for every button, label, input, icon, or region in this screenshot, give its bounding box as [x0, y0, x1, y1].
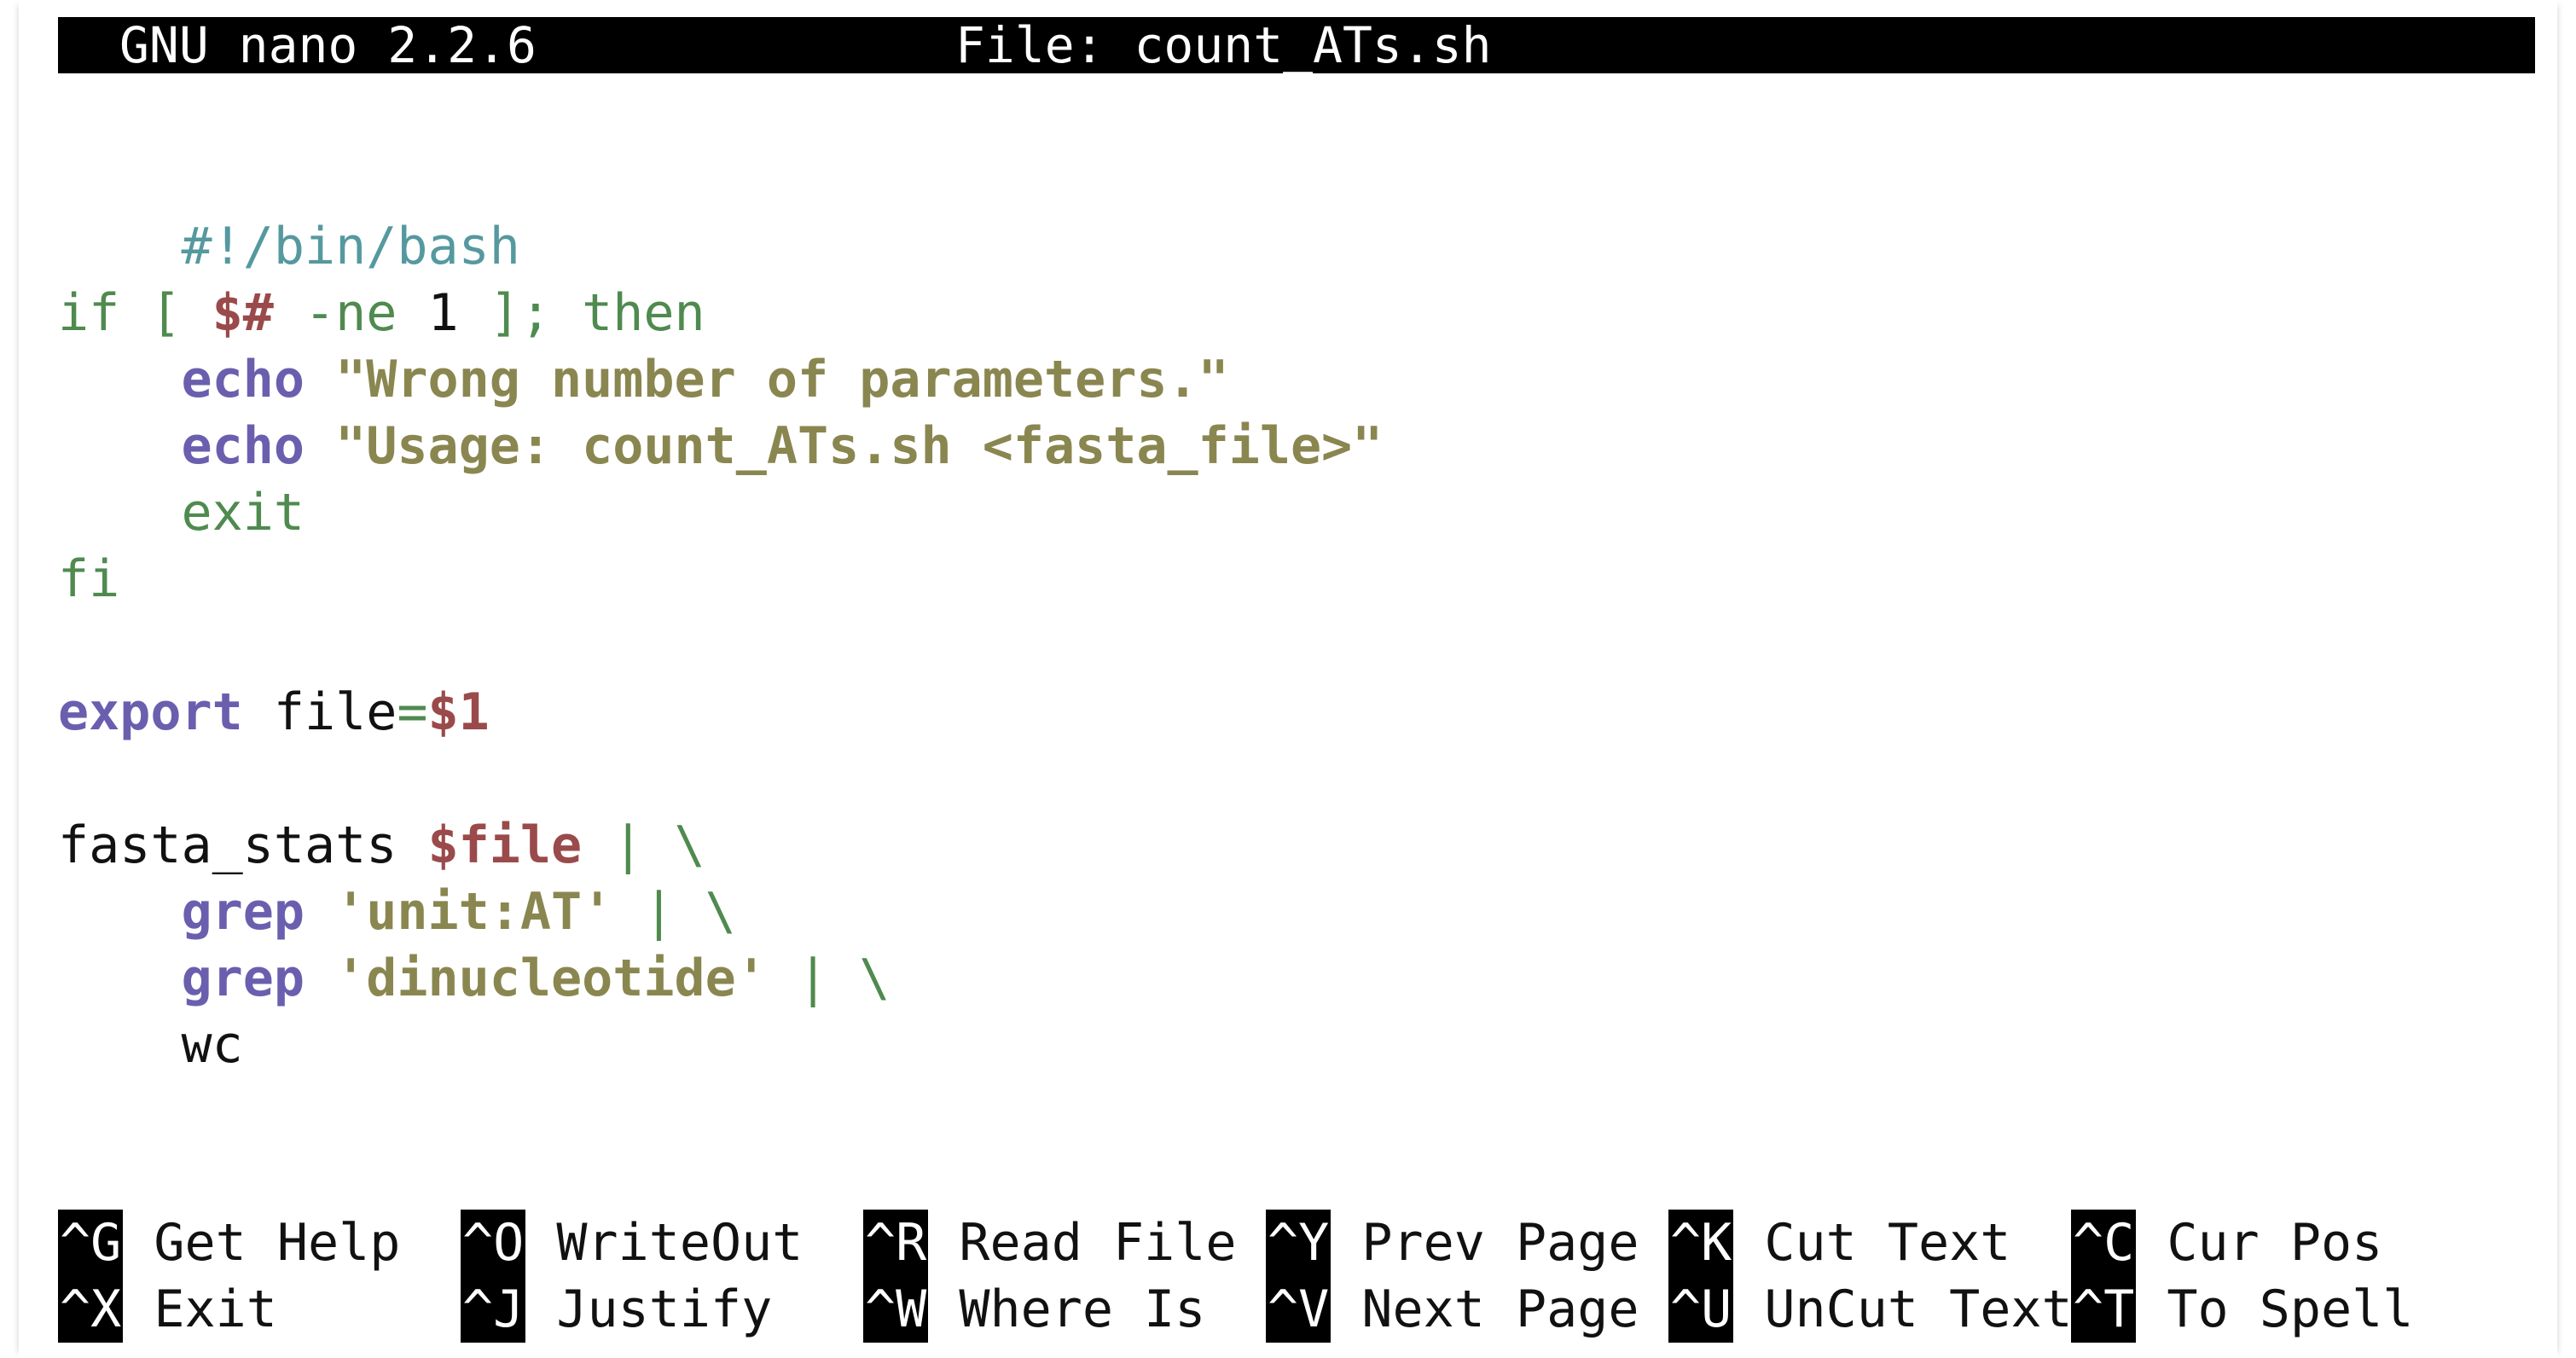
code-line-1: #!/bin/bash	[58, 147, 520, 276]
code-line-11: fasta_stats $file | \	[58, 812, 705, 879]
shortcut-cur-pos[interactable]: ^C Cur Pos	[2071, 1210, 2382, 1276]
number-one: 1	[427, 283, 459, 343]
shortcut-label: Cut Text	[1733, 1213, 2011, 1273]
export-name: file	[242, 682, 397, 742]
code-line-6: exit	[58, 479, 305, 546]
shortcut-key: ^W	[863, 1276, 929, 1343]
code-line-9: export file=$1	[58, 679, 490, 746]
file-name: File: count_ATs.sh	[955, 16, 1492, 74]
code-line-5: echo "Usage: count_ATs.sh <fasta_file>"	[58, 413, 1384, 479]
shortcut-label: Next Page	[1331, 1280, 1639, 1339]
then-keyword: then	[582, 283, 705, 343]
shortcut-read-file[interactable]: ^R Read File	[863, 1210, 1236, 1276]
shortcut-get-help[interactable]: ^G Get Help	[58, 1210, 400, 1276]
shortcut-label: Read File	[928, 1213, 1237, 1273]
shebang: #!/bin/bash	[181, 217, 520, 276]
pipe-continuation: | \	[766, 949, 891, 1008]
if-keyword: if	[58, 283, 120, 343]
code-line-13: grep 'dinucleotide' | \	[58, 945, 891, 1012]
fasta-stats-command: fasta_stats	[58, 815, 428, 875]
shortcut-label: Cur Pos	[2136, 1213, 2383, 1273]
code-line-4: echo "Wrong number of parameters."	[58, 346, 1229, 413]
nano-title-bar: GNU nano 2.2.6 File: count_ATs.sh	[58, 17, 2535, 73]
app-version: GNU nano 2.2.6	[119, 16, 537, 74]
code-line-12: grep 'unit:AT' | \	[58, 879, 736, 945]
shortcut-to-spell[interactable]: ^T To Spell	[2071, 1276, 2413, 1343]
shortcut-where-is[interactable]: ^W Where Is	[863, 1276, 1205, 1343]
pipe-continuation: | \	[612, 882, 736, 942]
echo-command: echo	[181, 350, 305, 409]
code-line-14: wc	[58, 1012, 243, 1078]
shortcut-key: ^R	[863, 1210, 929, 1276]
shortcut-key: ^T	[2071, 1276, 2137, 1343]
shortcut-label: Justify	[525, 1280, 773, 1339]
shortcut-key: ^J	[461, 1276, 526, 1343]
pipe-continuation: | \	[582, 815, 705, 875]
shortcut-key: ^U	[1668, 1276, 1734, 1343]
file-var: $file	[427, 815, 583, 875]
shortcut-writeout[interactable]: ^O WriteOut	[461, 1210, 803, 1276]
shortcut-justify[interactable]: ^J Justify	[461, 1276, 772, 1343]
export-value: $1	[427, 682, 490, 742]
shortcut-uncut-text[interactable]: ^U UnCut Text	[1668, 1276, 2073, 1343]
grep-pattern: 'unit:AT'	[305, 882, 613, 942]
assign-operator: =	[397, 682, 428, 742]
shortcut-label: To Spell	[2136, 1280, 2414, 1339]
fi-keyword: fi	[58, 549, 120, 609]
shortcut-key: ^G	[58, 1210, 124, 1276]
shortcut-exit[interactable]: ^X Exit	[58, 1276, 277, 1343]
shortcut-key: ^C	[2071, 1210, 2137, 1276]
echo-string: "Usage: count_ATs.sh <fasta_file>"	[305, 416, 1384, 476]
shortcut-label: Prev Page	[1331, 1213, 1639, 1273]
code-line-3: if [ $# -ne 1 ]; then	[58, 280, 705, 346]
shortcut-label: WriteOut	[525, 1213, 804, 1273]
shortcut-label: UnCut Text	[1733, 1280, 2073, 1339]
shortcut-next-page[interactable]: ^V Next Page	[1266, 1276, 1639, 1343]
shortcut-key: ^X	[58, 1276, 124, 1343]
shortcut-key: ^V	[1266, 1276, 1332, 1343]
shortcut-cut-text[interactable]: ^K Cut Text	[1668, 1210, 2010, 1276]
grep-command: grep	[181, 949, 305, 1008]
shortcut-label: Get Help	[123, 1213, 401, 1273]
export-keyword: export	[58, 682, 243, 742]
exit-keyword: exit	[181, 483, 305, 543]
shortcut-label: Where Is	[928, 1280, 1206, 1339]
wc-command: wc	[181, 1015, 243, 1075]
echo-string: "Wrong number of parameters."	[305, 350, 1229, 409]
shortcut-key: ^K	[1668, 1210, 1734, 1276]
echo-command: echo	[181, 416, 305, 476]
argc-var: $#	[212, 283, 274, 343]
grep-pattern: 'dinucleotide'	[305, 949, 767, 1008]
code-line-7: fi	[58, 546, 119, 612]
shortcut-key: ^Y	[1266, 1210, 1332, 1276]
shortcut-key: ^O	[461, 1210, 526, 1276]
open-bracket: [	[119, 283, 212, 343]
shortcut-prev-page[interactable]: ^Y Prev Page	[1266, 1210, 1639, 1276]
close-bracket: ];	[458, 283, 583, 343]
shortcut-label: Exit	[123, 1280, 277, 1339]
grep-command: grep	[181, 882, 305, 942]
ne-operator: -ne	[273, 283, 428, 343]
